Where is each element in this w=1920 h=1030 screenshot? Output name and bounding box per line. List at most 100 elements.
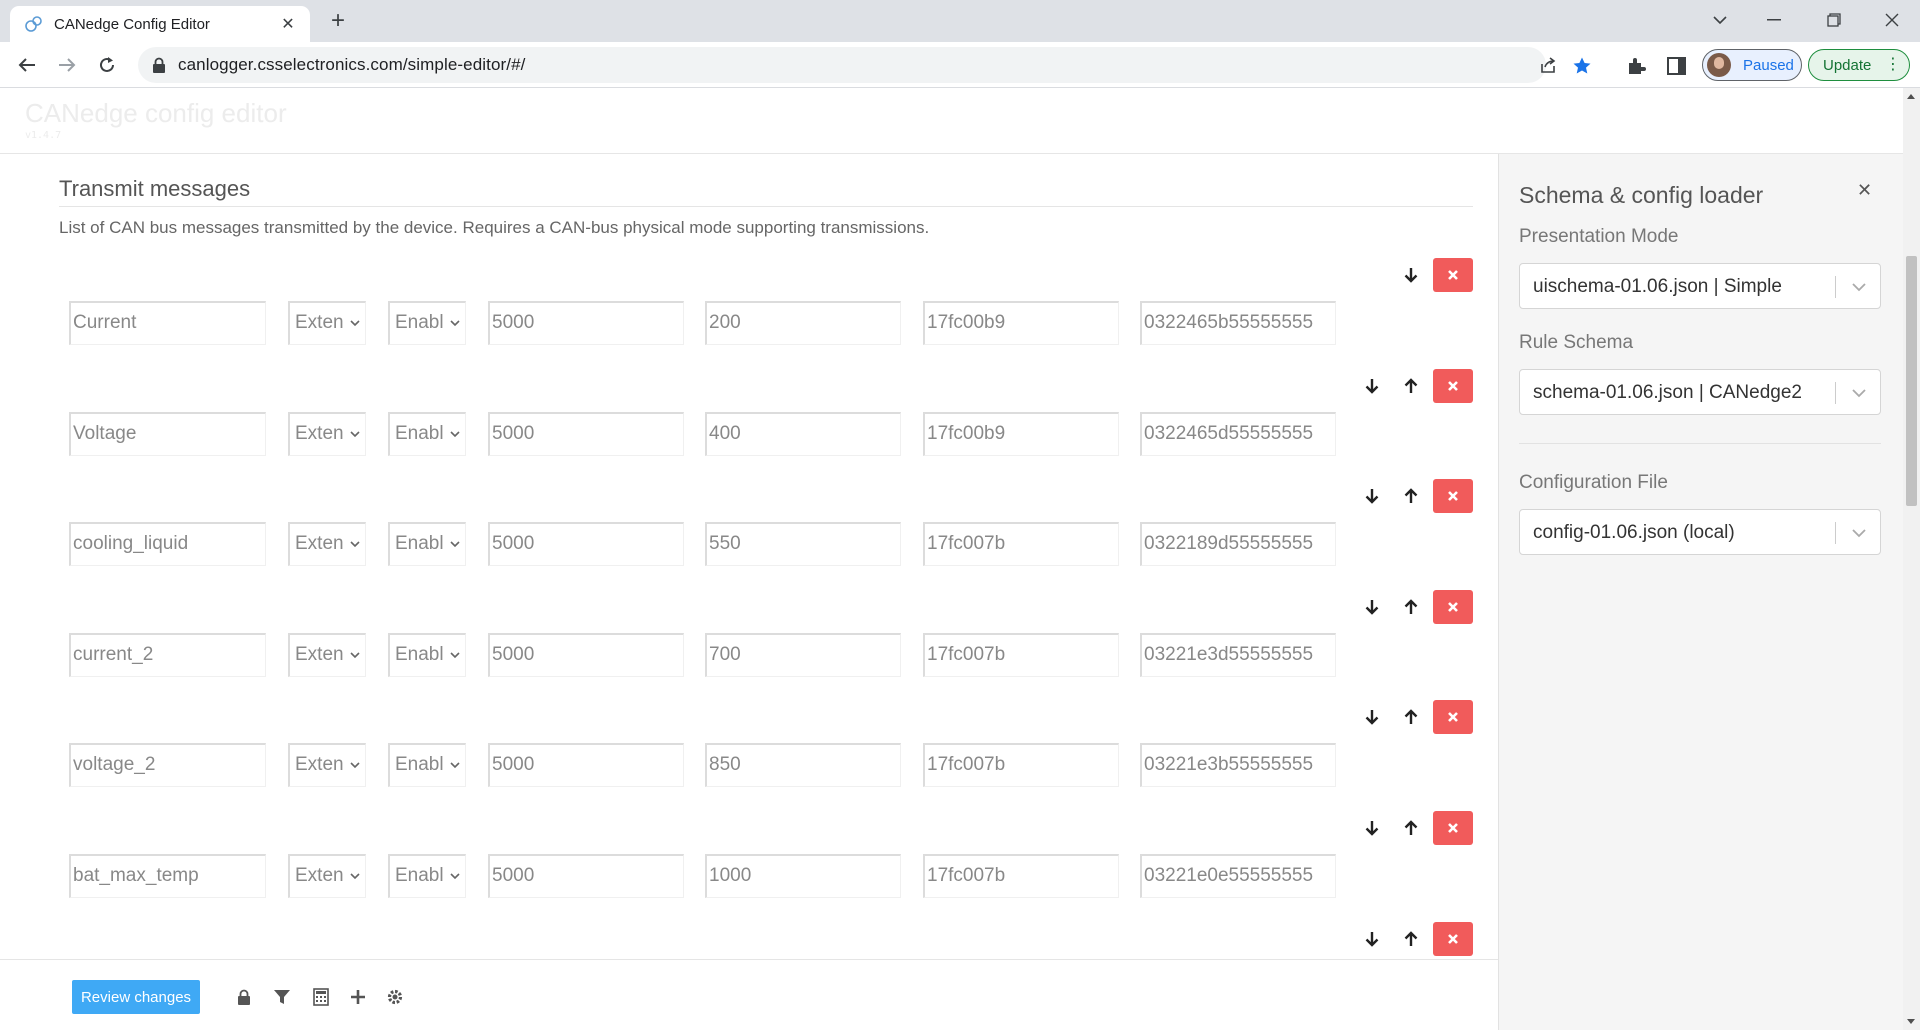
data-bytes-field[interactable]: 03221e0e55555555 (1140, 854, 1336, 898)
state-select[interactable]: Enabl (388, 743, 466, 788)
review-changes-button[interactable]: Review changes (72, 980, 200, 1014)
share-icon[interactable] (1538, 56, 1558, 76)
can-id-field[interactable]: 17fc007b (923, 854, 1119, 898)
chevron-down-icon[interactable] (449, 759, 461, 771)
move-down-icon[interactable] (1361, 596, 1383, 618)
data-bytes-field[interactable]: 03221e3d55555555 (1140, 632, 1336, 677)
data-bytes-field[interactable]: 0322465b55555555 (1140, 301, 1336, 345)
calculator-icon[interactable] (312, 988, 330, 1006)
message-name-field[interactable]: Current (69, 301, 266, 345)
id-format-select[interactable]: Exten (288, 522, 366, 567)
delay-field[interactable]: 550 (705, 522, 901, 567)
chevron-down-icon[interactable] (1851, 280, 1867, 294)
delete-row-button[interactable] (1433, 479, 1473, 514)
delay-field[interactable]: 1000 (705, 854, 901, 898)
chevron-down-icon[interactable] (349, 649, 361, 661)
message-name-field[interactable]: current_2 (69, 632, 266, 677)
data-bytes-field[interactable]: 0322465d55555555 (1140, 411, 1336, 456)
move-down-icon[interactable] (1361, 928, 1383, 950)
period-field[interactable]: 5000 (488, 854, 684, 898)
move-up-icon[interactable] (1400, 485, 1422, 507)
chevron-down-icon[interactable] (349, 759, 361, 771)
period-field[interactable]: 5000 (488, 301, 684, 345)
close-window-icon[interactable] (1864, 0, 1920, 40)
state-select[interactable]: Enabl (388, 522, 466, 567)
configuration-file-select[interactable]: config-01.06.json (local) (1519, 509, 1881, 555)
menu-dots-icon[interactable]: ⋮ (1885, 55, 1901, 75)
chevron-down-icon[interactable] (349, 538, 361, 550)
bookmark-star-icon[interactable] (1572, 56, 1592, 76)
reload-icon[interactable] (92, 50, 122, 80)
move-up-icon[interactable] (1400, 706, 1422, 728)
presentation-mode-select[interactable]: uischema-01.06.json | Simple (1519, 263, 1881, 309)
message-name-field[interactable]: voltage_2 (69, 743, 266, 788)
can-id-field[interactable]: 17fc007b (923, 632, 1119, 677)
delete-row-button[interactable] (1433, 811, 1473, 845)
delete-row-button[interactable] (1433, 368, 1473, 403)
move-down-icon[interactable] (1361, 817, 1383, 839)
data-bytes-field[interactable]: 0322189d55555555 (1140, 522, 1336, 567)
minimize-icon[interactable] (1746, 0, 1802, 40)
update-button[interactable]: Update ⋮ (1808, 49, 1910, 81)
data-bytes-field[interactable]: 03221e3b55555555 (1140, 743, 1336, 788)
state-select[interactable]: Enabl (388, 854, 466, 898)
profile-button[interactable]: Paused (1702, 49, 1802, 81)
period-field[interactable]: 5000 (488, 411, 684, 456)
move-up-icon[interactable] (1400, 928, 1422, 950)
period-field[interactable]: 5000 (488, 743, 684, 788)
gear-icon[interactable] (386, 988, 404, 1006)
delete-row-button[interactable] (1433, 700, 1473, 735)
scrollbar-thumb[interactable] (1906, 256, 1917, 506)
delay-field[interactable]: 700 (705, 632, 901, 677)
id-format-select[interactable]: Exten (288, 854, 366, 898)
message-name-field[interactable]: Voltage (69, 411, 266, 456)
rule-schema-select[interactable]: schema-01.06.json | CANedge2 (1519, 369, 1881, 415)
back-icon[interactable] (12, 50, 42, 80)
scroll-up-icon[interactable] (1907, 94, 1915, 99)
scroll-down-icon[interactable] (1907, 1019, 1915, 1024)
move-down-icon[interactable] (1361, 375, 1383, 397)
move-down-icon[interactable] (1400, 264, 1422, 286)
id-format-select[interactable]: Exten (288, 632, 366, 677)
add-icon[interactable] (349, 988, 367, 1006)
period-field[interactable]: 5000 (488, 522, 684, 567)
can-id-field[interactable]: 17fc007b (923, 743, 1119, 788)
delay-field[interactable]: 200 (705, 301, 901, 345)
message-name-field[interactable]: bat_max_temp (69, 854, 266, 898)
chevron-down-icon[interactable] (1851, 386, 1867, 400)
new-tab-icon[interactable]: + (326, 9, 350, 34)
can-id-field[interactable]: 17fc007b (923, 522, 1119, 567)
chevron-down-icon[interactable] (349, 870, 361, 882)
period-field[interactable]: 5000 (488, 632, 684, 677)
browser-tab[interactable]: CANedge Config Editor ✕ (10, 6, 310, 42)
restore-icon[interactable] (1806, 0, 1862, 40)
chevron-down-icon[interactable] (449, 317, 461, 329)
can-id-field[interactable]: 17fc00b9 (923, 411, 1119, 456)
delete-row-button[interactable] (1433, 589, 1473, 624)
can-id-field[interactable]: 17fc00b9 (923, 301, 1119, 345)
move-down-icon[interactable] (1361, 706, 1383, 728)
delay-field[interactable]: 400 (705, 411, 901, 456)
page-scrollbar[interactable] (1903, 88, 1920, 1030)
move-up-icon[interactable] (1400, 817, 1422, 839)
message-name-field[interactable]: cooling_liquid (69, 522, 266, 567)
state-select[interactable]: Enabl (388, 411, 466, 456)
delete-row-button[interactable] (1433, 258, 1473, 292)
state-select[interactable]: Enabl (388, 301, 466, 345)
state-select[interactable]: Enabl (388, 632, 466, 677)
chevron-down-icon[interactable] (349, 428, 361, 440)
filter-icon[interactable] (273, 988, 291, 1006)
chevron-down-icon[interactable] (349, 317, 361, 329)
move-down-icon[interactable] (1361, 485, 1383, 507)
address-bar[interactable]: canlogger.csselectronics.com/simple-edit… (138, 47, 1591, 83)
chevron-down-icon[interactable] (449, 649, 461, 661)
move-up-icon[interactable] (1400, 375, 1422, 397)
delay-field[interactable]: 850 (705, 743, 901, 788)
lock-icon[interactable] (235, 988, 253, 1006)
chevron-down-icon[interactable] (449, 538, 461, 550)
chevron-down-icon[interactable] (449, 428, 461, 440)
tab-close-icon[interactable]: ✕ (278, 14, 298, 34)
forward-icon[interactable] (52, 50, 82, 80)
id-format-select[interactable]: Exten (288, 743, 366, 788)
chevron-down-icon[interactable] (449, 870, 461, 882)
